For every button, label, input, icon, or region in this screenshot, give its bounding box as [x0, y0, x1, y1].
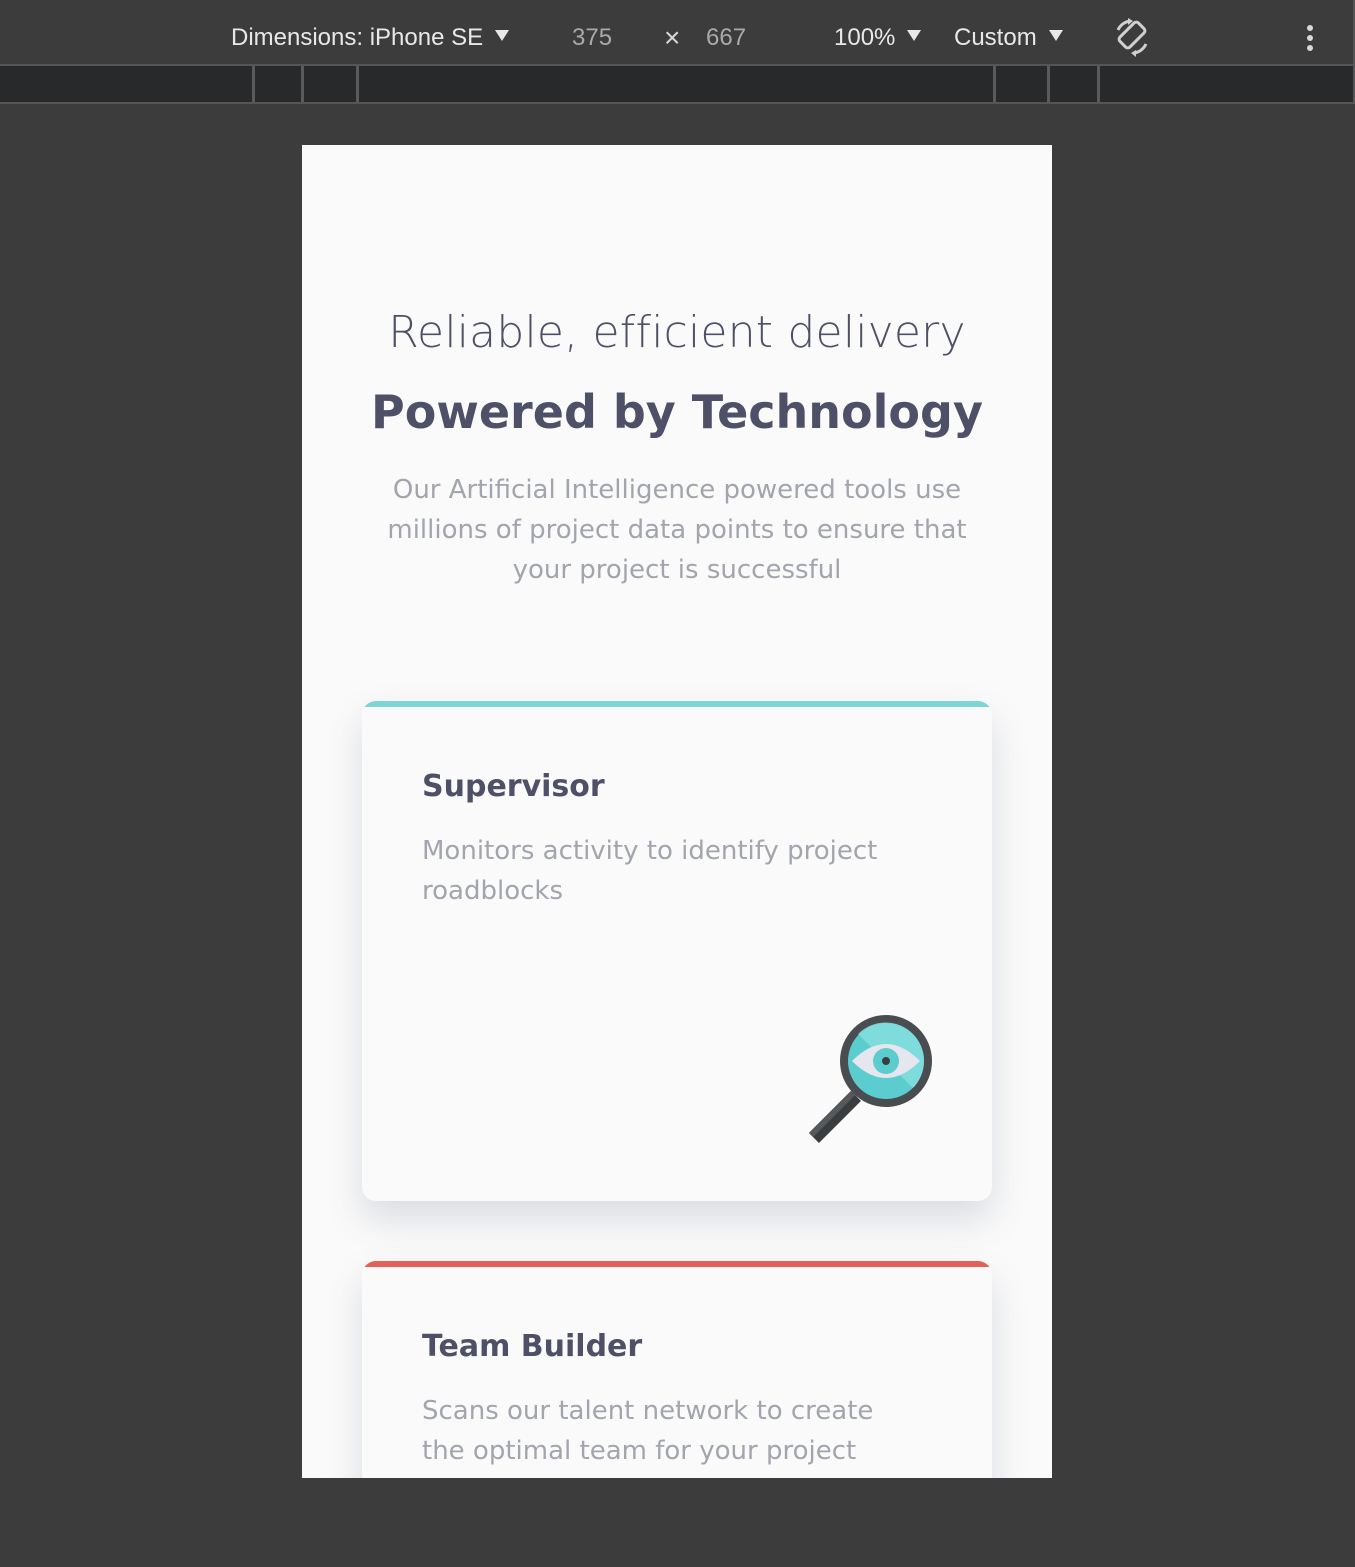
zoom-label: 100% — [834, 24, 896, 51]
ruler-tick — [993, 66, 996, 102]
width-input[interactable]: 375 — [572, 0, 612, 64]
device-selector-label: Dimensions: iPhone SE — [231, 24, 484, 51]
times-icon: × — [664, 22, 681, 53]
card-title: Team Builder — [422, 1329, 643, 1364]
card-accent-bar — [362, 1261, 992, 1267]
section-headline: Powered by Technology — [371, 385, 983, 439]
more-vert-icon — [1307, 25, 1313, 51]
device-toolbar: Dimensions: iPhone SE 375 × 667 100% Cus… — [0, 0, 1355, 66]
ruler-tick — [356, 66, 359, 102]
rotate-icon — [1116, 18, 1148, 57]
card-title: Supervisor — [422, 769, 605, 804]
feature-card-supervisor: Supervisor Monitors activity to identify… — [362, 701, 992, 1201]
media-query-ruler[interactable] — [0, 66, 1355, 104]
zoom-selector[interactable]: 100% — [834, 0, 922, 64]
feature-card-team-builder: Team Builder Scans our talent network to… — [362, 1261, 992, 1478]
height-input[interactable]: 667 — [706, 0, 746, 64]
card-description: Scans our talent network to create the o… — [422, 1396, 874, 1466]
section-eyebrow: Reliable, efficient delivery — [388, 307, 966, 358]
caret-down-icon — [907, 30, 922, 42]
card-accent-bar — [362, 701, 992, 707]
ruler-tick — [301, 66, 304, 102]
card-description: Monitors activity to identify project ro… — [422, 836, 878, 906]
caret-down-icon — [1048, 30, 1063, 42]
more-options-button[interactable] — [1300, 24, 1320, 54]
throttle-selector[interactable]: Custom — [954, 0, 1063, 64]
magnifier-eye-icon — [808, 1015, 932, 1143]
ruler-tick — [1097, 66, 1100, 102]
rotate-button[interactable] — [1112, 18, 1152, 58]
throttle-label: Custom — [954, 24, 1037, 51]
device-viewport: Reliable, efficient delivery Powered by … — [302, 145, 1052, 1478]
caret-down-icon — [495, 30, 510, 42]
ruler-tick — [1047, 66, 1050, 102]
section-lead: Our Artificial Intelligence powered tool… — [387, 475, 967, 585]
device-selector[interactable]: Dimensions: iPhone SE — [231, 0, 510, 64]
ruler-tick — [252, 66, 255, 102]
